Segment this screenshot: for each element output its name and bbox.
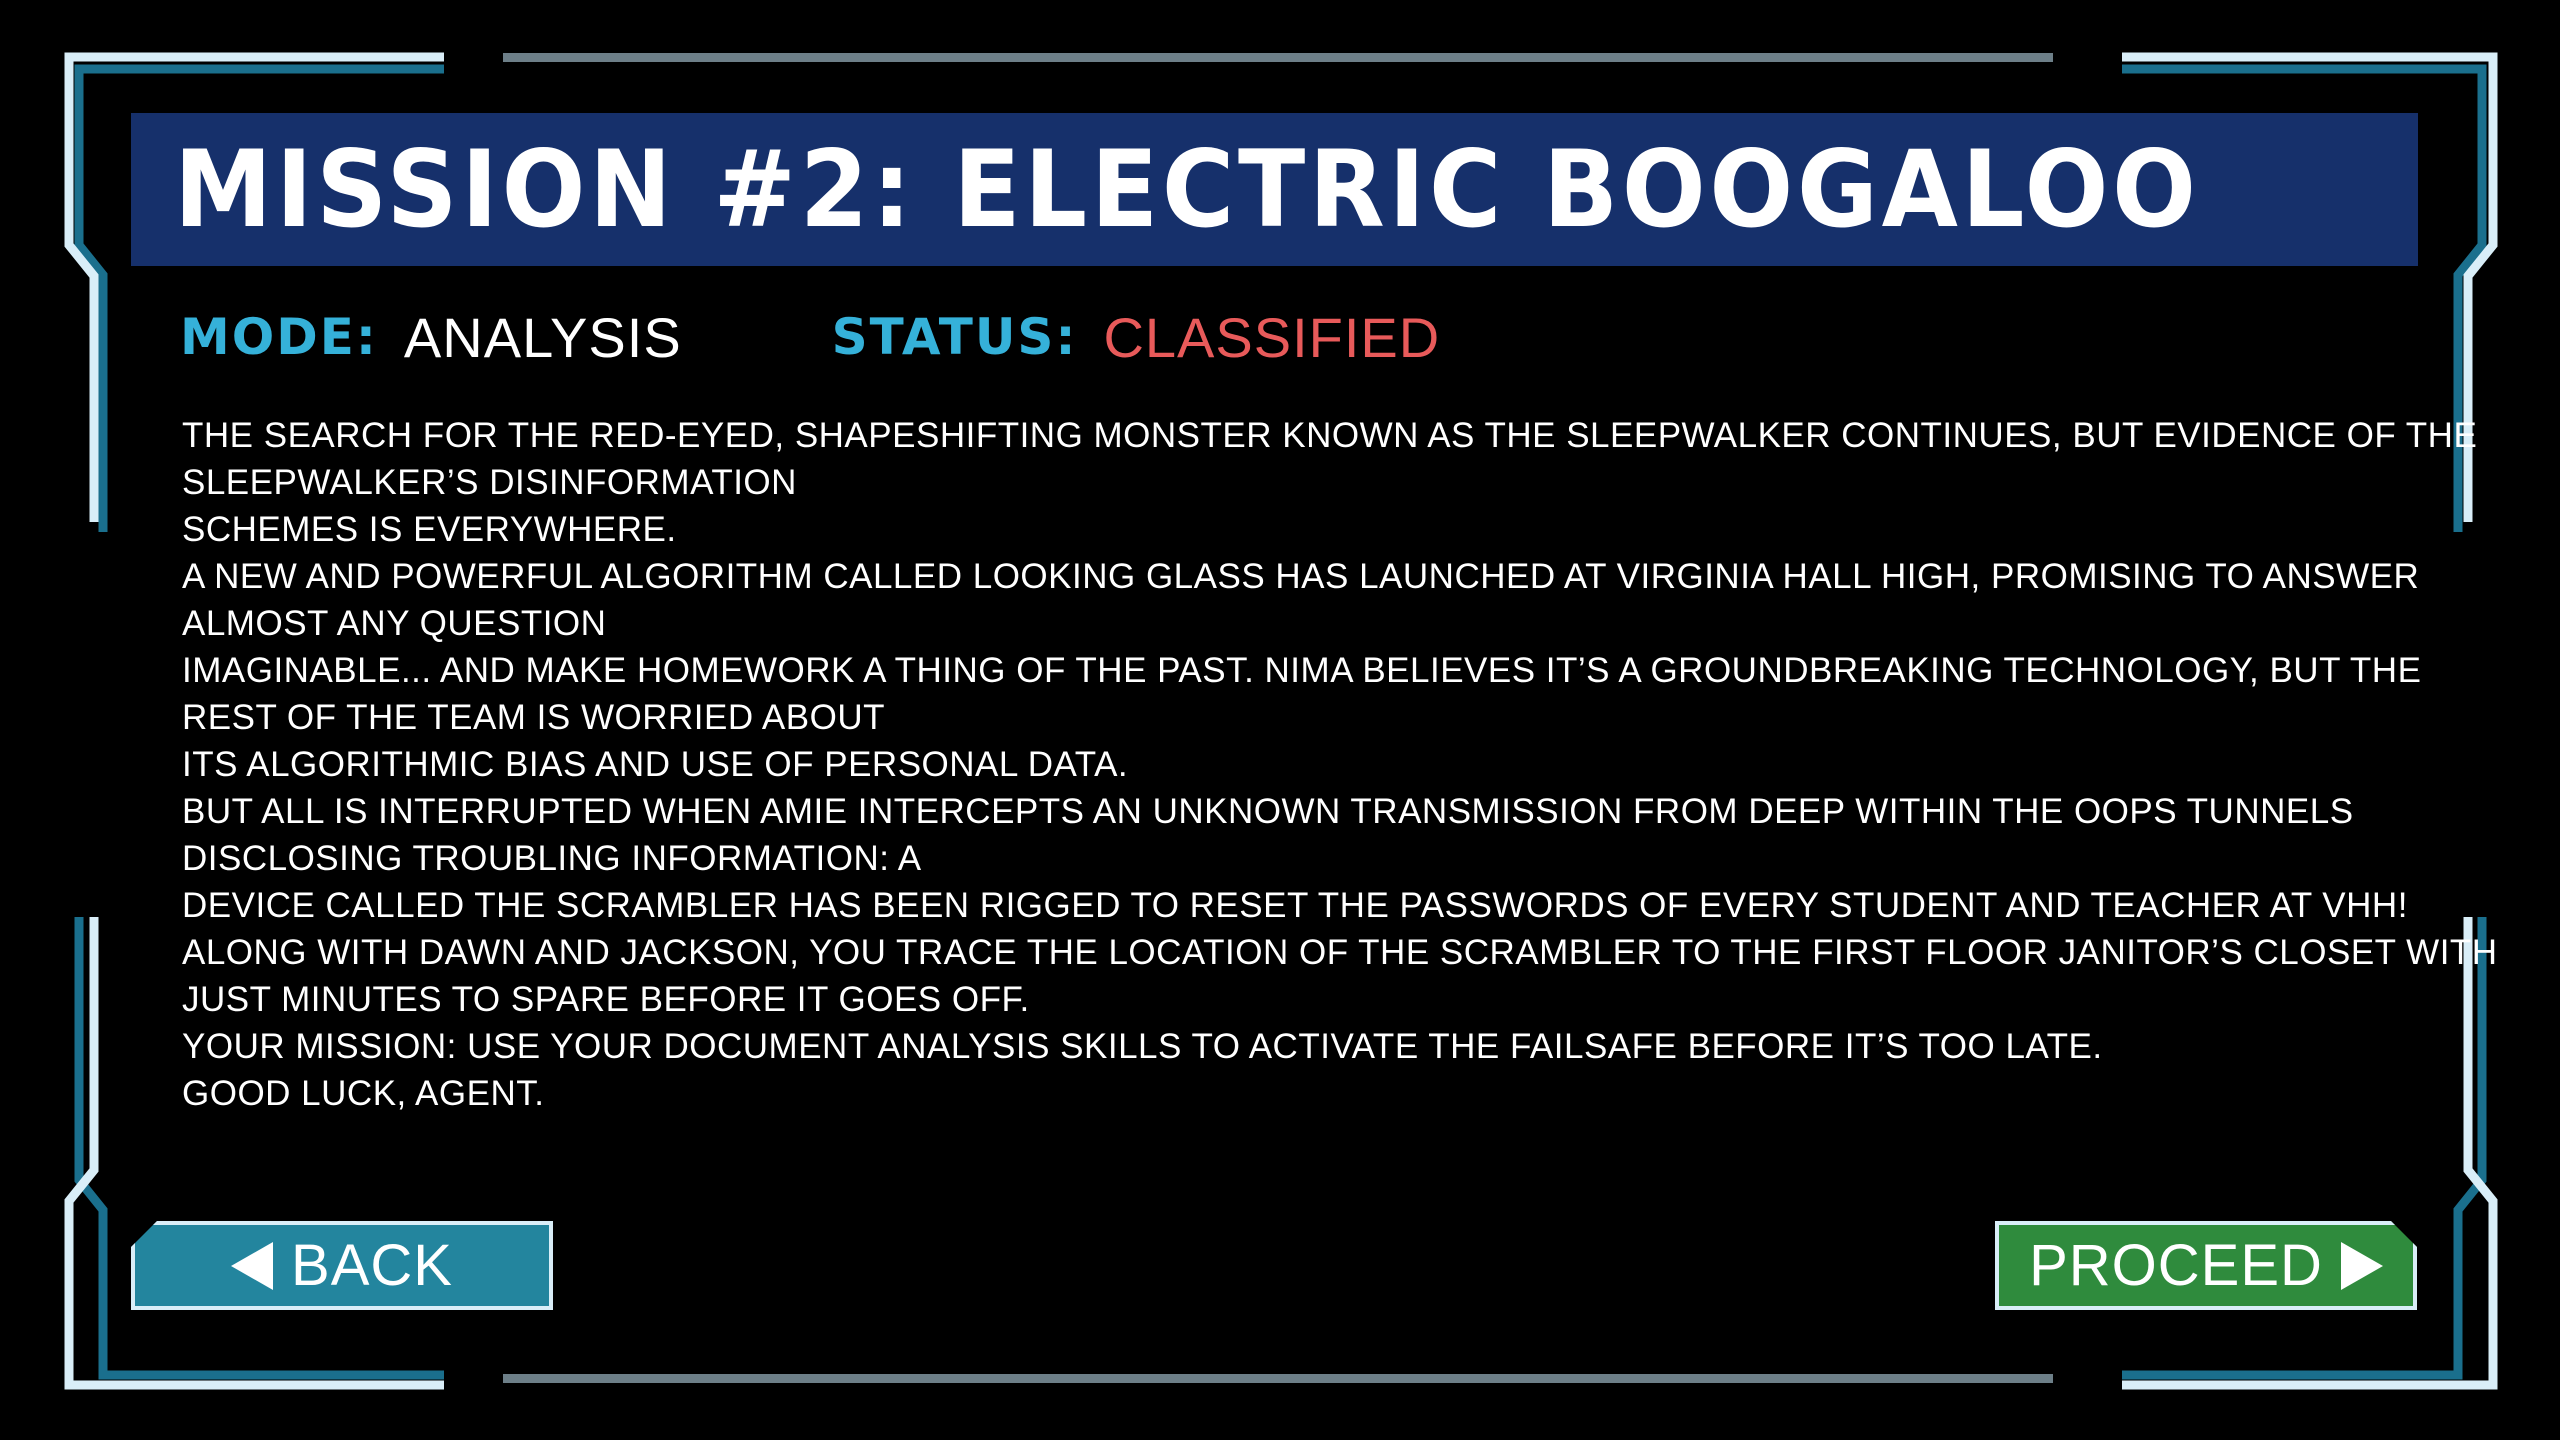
proceed-button-label: PROCEED xyxy=(2029,1233,2323,1298)
briefing-line: REST OF THE TEAM IS WORRIED ABOUT xyxy=(182,698,885,737)
mission-title: MISSION #2: ELECTRIC BOOGALOO xyxy=(174,128,2200,251)
proceed-button[interactable]: PROCEED xyxy=(1995,1221,2417,1310)
briefing-line: SCHEMES IS EVERYWHERE. xyxy=(182,510,677,549)
briefing-line: DISCLOSING TROUBLING INFORMATION: A xyxy=(182,839,922,878)
mode-value: ANALYSIS xyxy=(403,305,682,369)
back-button-label: BACK xyxy=(291,1233,453,1298)
briefing-line: ALONG WITH DAWN AND JACKSON, YOU TRACE T… xyxy=(182,933,2498,972)
briefing-line: JUST MINUTES TO SPARE BEFORE IT GOES OFF… xyxy=(182,980,1030,1019)
briefing-line: YOUR MISSION: USE YOUR DOCUMENT ANALYSIS… xyxy=(182,1027,2103,1066)
briefing-line: SLEEPWALKER’S DISINFORMATION xyxy=(182,463,797,502)
briefing-line: THE SEARCH FOR THE RED-EYED, SHAPESHIFTI… xyxy=(182,416,2478,455)
back-button[interactable]: BACK xyxy=(131,1221,553,1310)
arrow-right-icon xyxy=(2341,1242,2383,1290)
status-label: STATUS: xyxy=(831,308,1078,366)
mission-meta-row: MODE: ANALYSIS STATUS: CLASSIFIED xyxy=(180,302,1440,372)
mission-title-bar: MISSION #2: ELECTRIC BOOGALOO xyxy=(131,113,2418,266)
briefing-line: BUT ALL IS INTERRUPTED WHEN AMIE INTERCE… xyxy=(182,792,2354,831)
briefing-line: DEVICE CALLED THE SCRAMBLER HAS BEEN RIG… xyxy=(182,886,2408,925)
briefing-line: ITS ALGORITHMIC BIAS AND USE OF PERSONAL… xyxy=(182,745,1129,784)
mode-label: MODE: xyxy=(180,308,378,366)
briefing-line: IMAGINABLE... AND MAKE HOMEWORK A THING … xyxy=(182,651,2422,690)
briefing-line: GOOD LUCK, AGENT. xyxy=(182,1074,545,1113)
briefing-line: ALMOST ANY QUESTION xyxy=(182,604,607,643)
mission-briefing: THE SEARCH FOR THE RED-EYED, SHAPESHIFTI… xyxy=(182,412,2498,1117)
status-value: CLASSIFIED xyxy=(1103,305,1441,369)
briefing-line: A NEW AND POWERFUL ALGORITHM CALLED LOOK… xyxy=(182,557,2420,596)
arrow-left-icon xyxy=(231,1241,274,1290)
